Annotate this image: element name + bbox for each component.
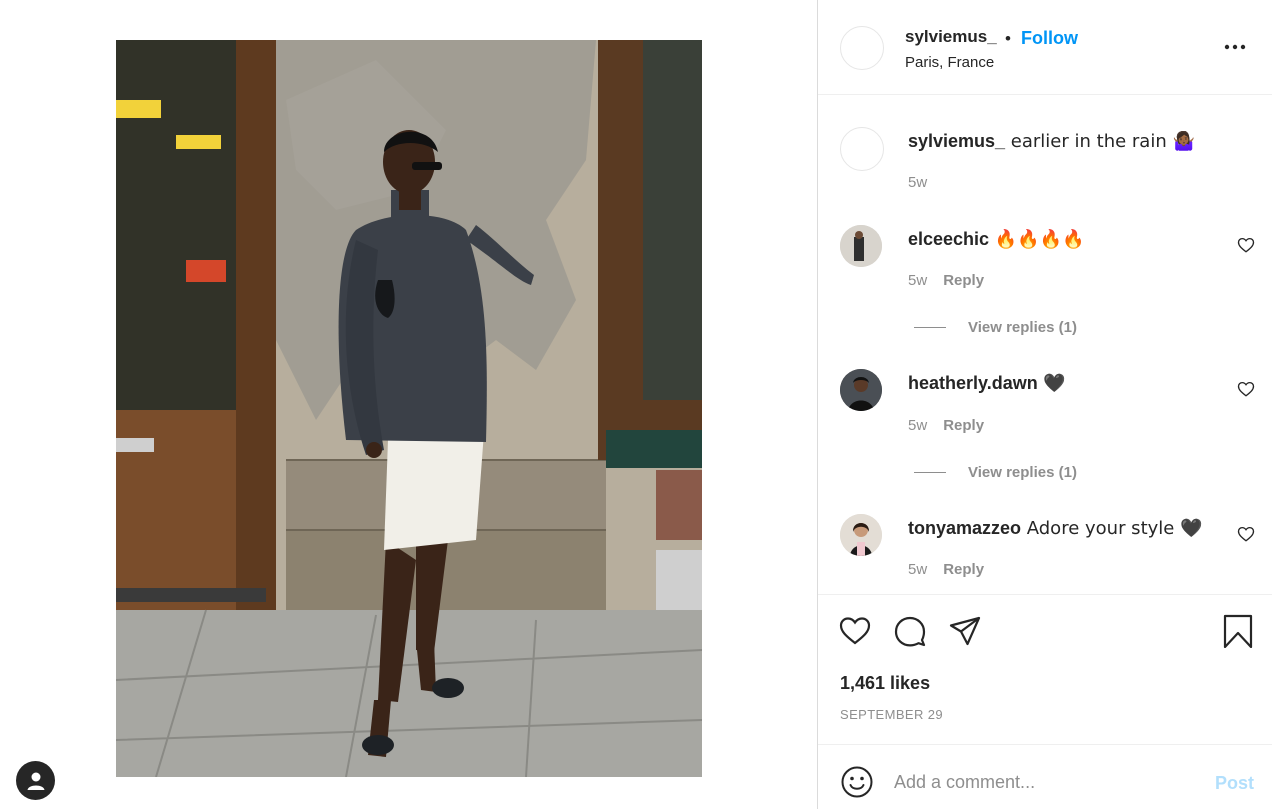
view-replies-button[interactable]: View replies (1) xyxy=(968,319,1077,336)
comment-avatar[interactable] xyxy=(840,225,882,267)
view-replies-line xyxy=(914,472,946,473)
comment-time[interactable]: 5w xyxy=(908,417,927,434)
post-photo[interactable] xyxy=(116,40,702,777)
comment-username[interactable]: tonyamazzeo xyxy=(908,518,1021,538)
author-username[interactable]: sylviemus_ xyxy=(905,27,997,47)
comment-text: tonyamazzeo Adore your style 🖤 xyxy=(908,518,1202,539)
heart-icon[interactable] xyxy=(838,614,872,648)
author-avatar[interactable] xyxy=(840,26,884,70)
caption-avatar[interactable] xyxy=(840,127,884,171)
post-location[interactable]: Paris, France xyxy=(905,54,994,71)
comment-text: elceechic 🔥🔥🔥🔥 xyxy=(908,229,1084,250)
comment-meta: 5w Reply xyxy=(908,417,984,434)
like-comment-heart-icon[interactable] xyxy=(1237,236,1255,254)
comments-list: sylviemus_ earlier in the rain 🤷🏾‍♀️ 5w … xyxy=(818,95,1272,594)
comment-meta: 5w Reply xyxy=(908,561,984,578)
like-comment-heart-icon[interactable] xyxy=(1237,525,1255,543)
comment-input[interactable] xyxy=(894,769,1194,795)
comment-avatar[interactable] xyxy=(840,514,882,556)
reply-button[interactable]: Reply xyxy=(943,417,984,434)
comment-body: 🔥🔥🔥🔥 xyxy=(989,229,1085,250)
comment-meta: 5w Reply xyxy=(908,272,984,289)
post-actions: 1,461 likes SEPTEMBER 29 xyxy=(818,594,1272,745)
comment-text: heatherly.dawn 🖤 xyxy=(908,373,1066,394)
reply-button[interactable]: Reply xyxy=(943,561,984,578)
header-separator: • xyxy=(1005,29,1011,48)
follow-button[interactable]: Follow xyxy=(1021,28,1078,49)
avatar-image xyxy=(840,225,882,267)
avatar-image xyxy=(840,514,882,556)
caption-time[interactable]: 5w xyxy=(908,174,927,191)
comment-avatar[interactable] xyxy=(840,369,882,411)
comment-time[interactable]: 5w xyxy=(908,272,927,289)
emoji-icon[interactable] xyxy=(840,765,874,799)
caption-meta: 5w xyxy=(908,174,927,191)
post-details-pane: sylviemus_ • Follow Paris, France sylvie… xyxy=(818,0,1272,809)
avatar-image xyxy=(840,369,882,411)
bookmark-icon[interactable] xyxy=(1221,614,1255,648)
comment-icon[interactable] xyxy=(893,614,927,648)
comment-username[interactable]: heatherly.dawn xyxy=(908,373,1038,393)
comment-time[interactable]: 5w xyxy=(908,561,927,578)
caption-username[interactable]: sylviemus_ xyxy=(908,131,1005,151)
user-icon xyxy=(27,772,44,790)
reply-button[interactable]: Reply xyxy=(943,272,984,289)
post-photo-image xyxy=(116,40,702,777)
post-comment-button[interactable]: Post xyxy=(1215,773,1254,794)
comment-body: 🖤 xyxy=(1037,373,1066,394)
more-options-icon[interactable] xyxy=(1222,37,1248,57)
likes-count[interactable]: 1,461 likes xyxy=(840,673,930,694)
post-media-pane xyxy=(0,0,817,809)
share-icon[interactable] xyxy=(948,614,982,648)
profile-button[interactable] xyxy=(16,761,55,800)
caption-body: earlier in the rain 🤷🏾‍♀️ xyxy=(1005,131,1195,152)
post-date[interactable]: SEPTEMBER 29 xyxy=(840,707,943,722)
comment-body: Adore your style 🖤 xyxy=(1021,518,1203,539)
caption-text: sylviemus_ earlier in the rain 🤷🏾‍♀️ xyxy=(908,131,1195,152)
view-replies-button[interactable]: View replies (1) xyxy=(968,464,1077,481)
like-comment-heart-icon[interactable] xyxy=(1237,380,1255,398)
post-header: sylviemus_ • Follow Paris, France xyxy=(818,0,1272,95)
add-comment-bar: Post xyxy=(818,744,1272,810)
comment-username[interactable]: elceechic xyxy=(908,229,989,249)
view-replies-line xyxy=(914,327,946,328)
